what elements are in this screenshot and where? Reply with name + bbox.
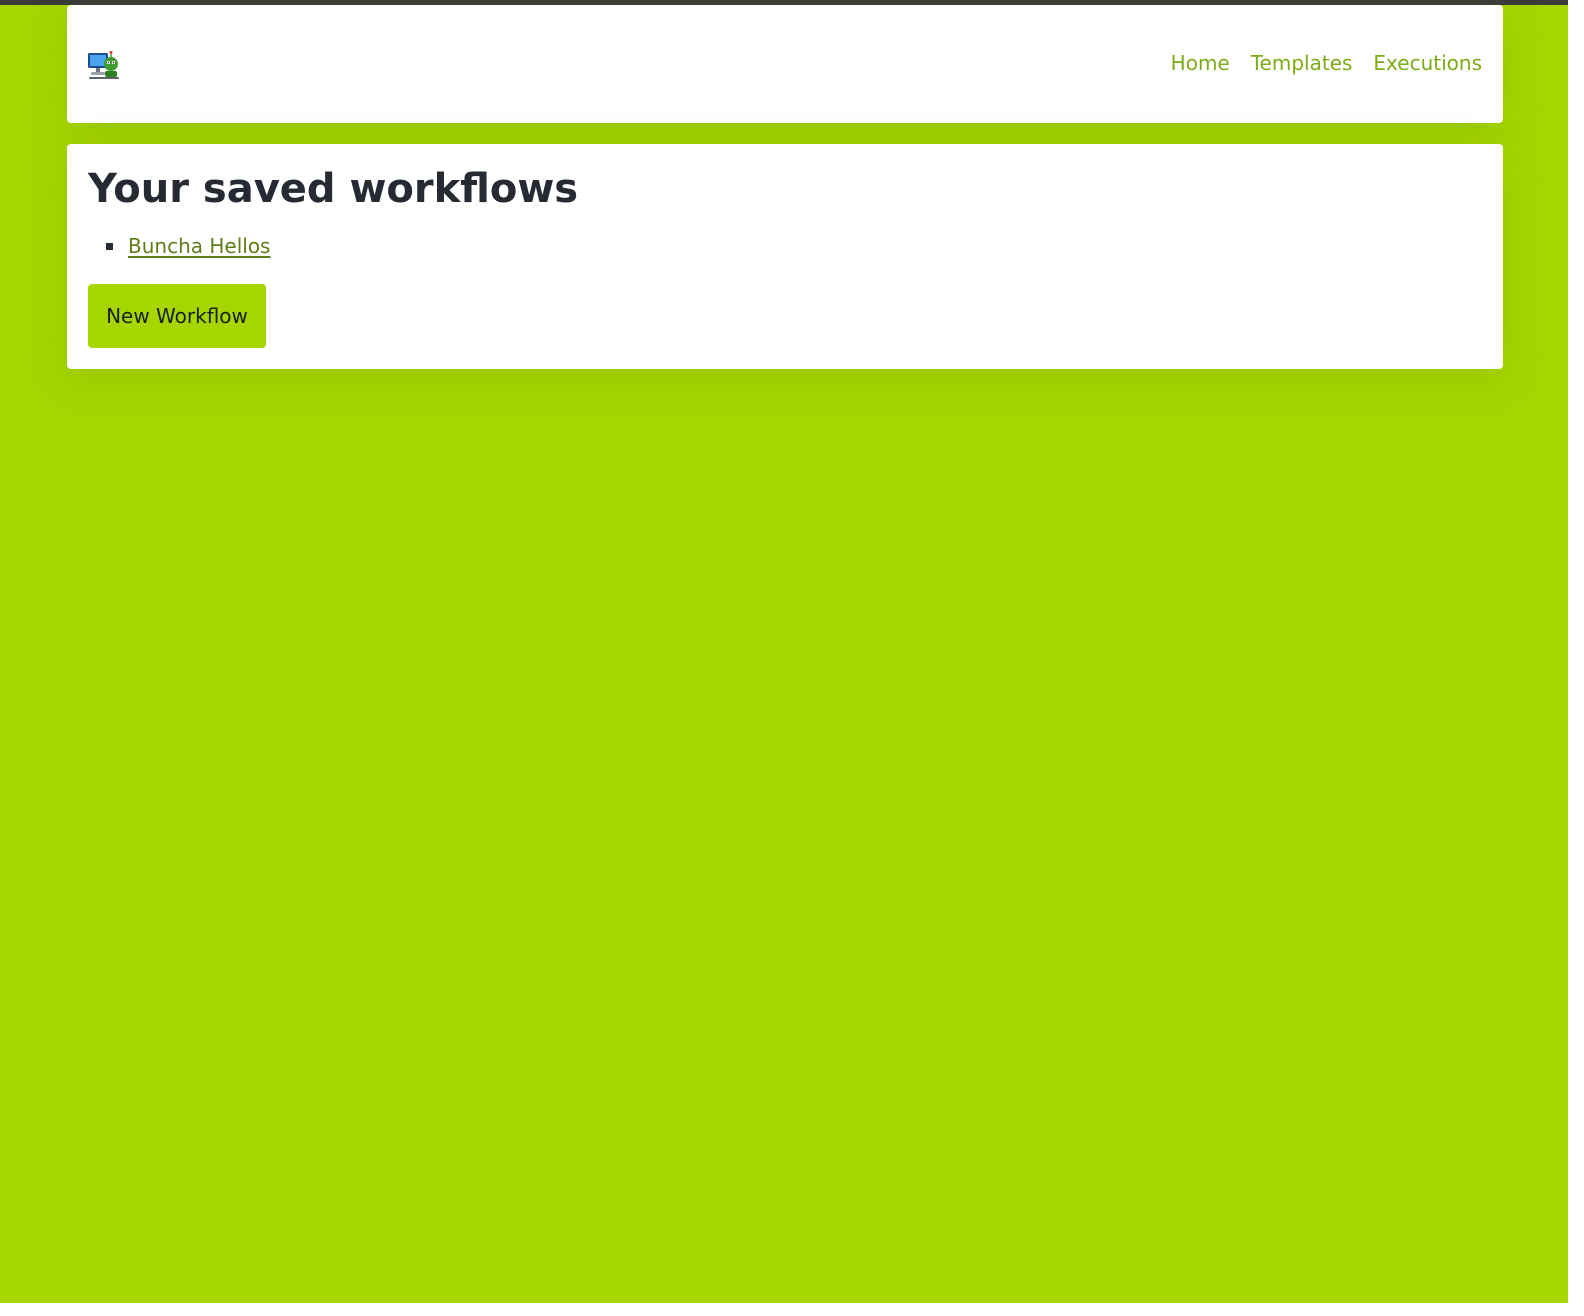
window-right-edge bbox=[1568, 0, 1584, 1316]
logo[interactable] bbox=[87, 50, 121, 80]
workflow-list: Buncha Hellos bbox=[88, 230, 1482, 262]
page-title: Your saved workflows bbox=[88, 166, 579, 212]
computer-robot-logo-icon bbox=[88, 51, 119, 79]
nav-link-executions[interactable]: Executions bbox=[1373, 51, 1482, 75]
nav-links: Home Templates Executions bbox=[1171, 51, 1482, 75]
workflows-panel: Your saved workflows Buncha Hellos New W… bbox=[67, 144, 1503, 369]
workflow-link[interactable]: Buncha Hellos bbox=[128, 234, 270, 258]
square-bullet-icon bbox=[106, 242, 113, 250]
window-bottom-edge bbox=[0, 1303, 1568, 1316]
navbar: Home Templates Executions bbox=[67, 5, 1503, 123]
nav-link-templates[interactable]: Templates bbox=[1251, 51, 1353, 75]
new-workflow-button[interactable]: New Workflow bbox=[88, 284, 266, 348]
list-item: Buncha Hellos bbox=[106, 230, 1482, 262]
nav-link-home[interactable]: Home bbox=[1171, 51, 1230, 75]
